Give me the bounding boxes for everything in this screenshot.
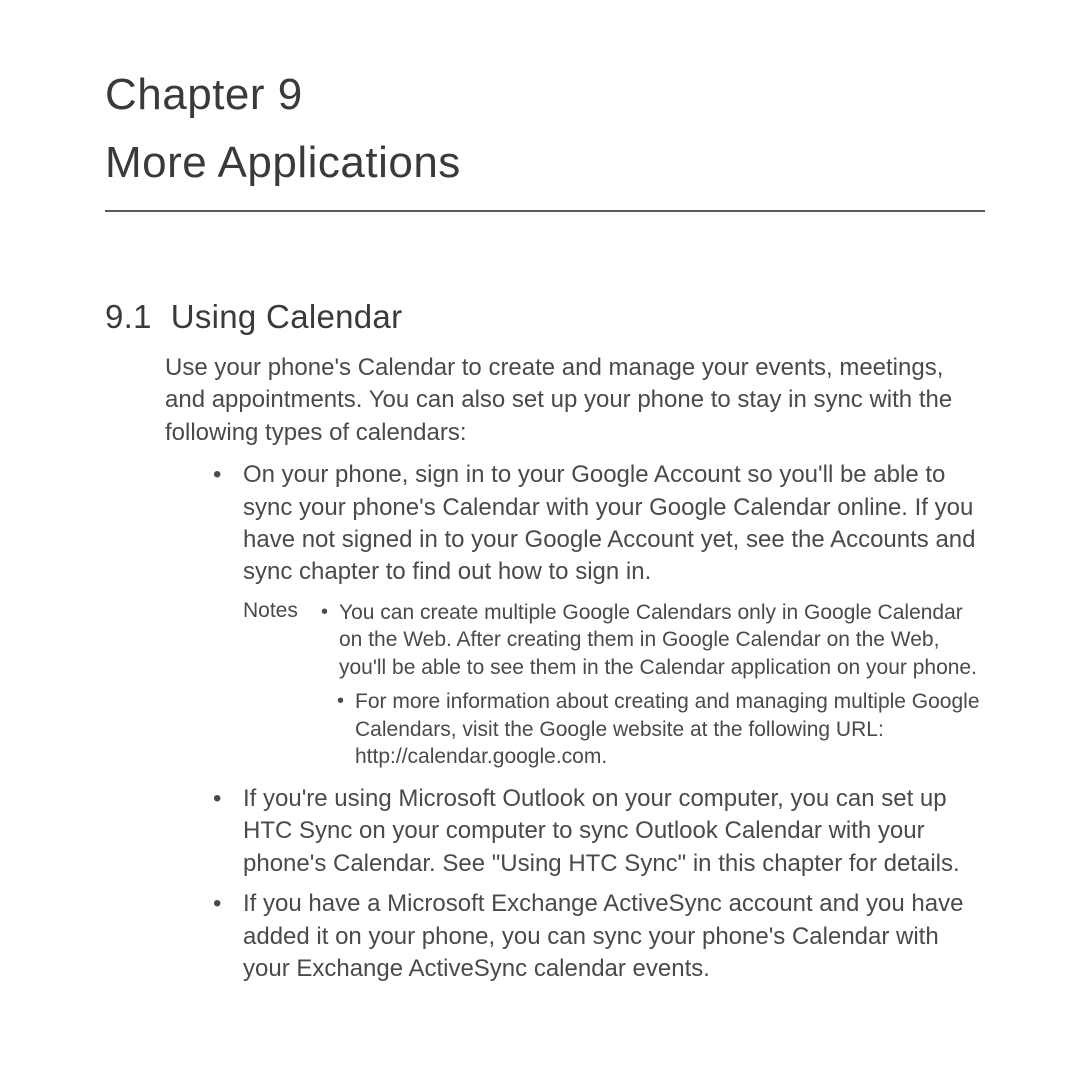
notes-label: Notes [243,599,321,623]
section-number: 9.1 [105,298,152,336]
section-title: Using Calendar [171,298,403,335]
notes-item: You can create multiple Google Calendars… [321,599,985,682]
notes-item: For more information about creating and … [337,688,985,771]
bullet-list-cont: If you're using Microsoft Outlook on you… [213,783,985,985]
bullet-list: On your phone, sign in to your Google Ac… [213,459,985,589]
intro-paragraph: Use your phone's Calendar to create and … [165,352,985,449]
chapter-heading: Chapter 9 [105,70,985,120]
chapter-title: More Applications [105,138,985,212]
section-heading: 9.1 Using Calendar [105,298,985,336]
bullet-item: If you're using Microsoft Outlook on you… [213,783,985,880]
bullet-item: On your phone, sign in to your Google Ac… [213,459,985,589]
notes-block: Notes You can create multiple Google Cal… [243,599,985,777]
notes-list: You can create multiple Google Calendars… [321,599,985,771]
bullet-item: If you have a Microsoft Exchange ActiveS… [213,888,985,985]
